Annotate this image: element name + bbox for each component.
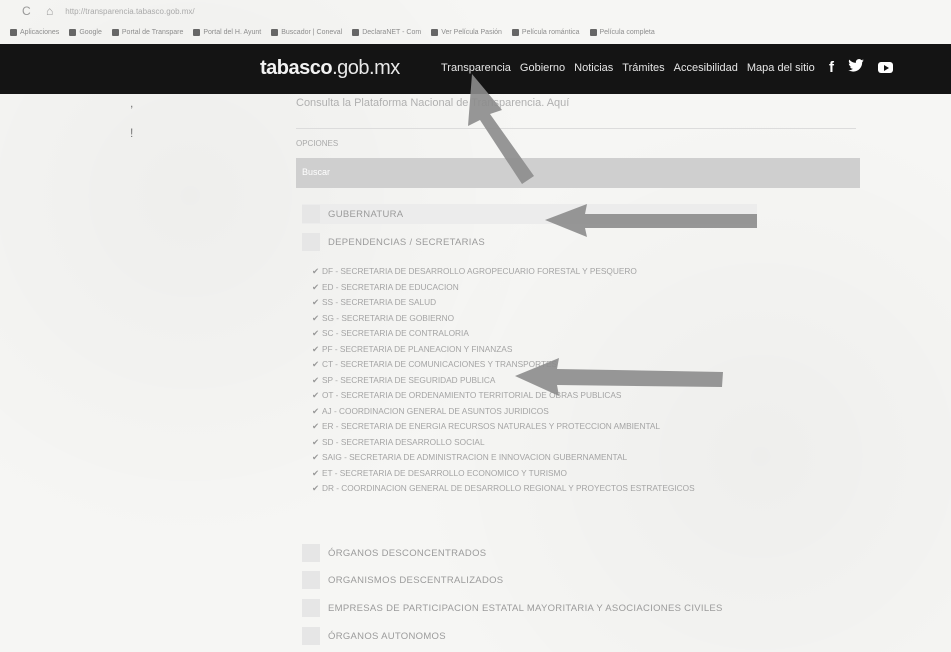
list-item[interactable]: ✔ SD - SECRETARIA DESARROLLO SOCIAL — [312, 435, 695, 451]
divider — [296, 128, 856, 129]
bookmark[interactable]: Portal del H. Ayunt — [193, 28, 261, 36]
search-placeholder: Buscar — [302, 167, 331, 177]
list-item[interactable]: ✔ DR - COORDINACION GENERAL DE DESARROLLO… — [312, 481, 695, 497]
bookmark-icon — [271, 28, 279, 36]
menu-item-accesibilidad[interactable]: Accesibilidad — [674, 62, 738, 74]
list-item[interactable]: ✔ AJ - COORDINACION GENERAL DE ASUNTOS JU… — [312, 404, 695, 420]
list-item[interactable]: ✔ SP - SECRETARIA DE SEGURIDAD PUBLICA — [312, 373, 695, 389]
section-gubernatura[interactable]: GUBERNATURA — [302, 204, 757, 224]
bookmarks-bar: Aplicaciones Google Portal de Transpare … — [0, 22, 951, 42]
list-item[interactable]: ✔ SG - SECRETARIA DE GOBIERNO — [312, 311, 695, 327]
list-item[interactable]: ✔ SS - SECRETARIA DE SALUD — [312, 295, 695, 311]
check-icon: ✔ — [312, 421, 319, 431]
scan-mark: ! — [130, 126, 134, 140]
check-icon: ✔ — [312, 281, 319, 292]
site-logo[interactable]: tabasco.gob.mx — [260, 57, 400, 80]
dependencias-list: ✔ DF - SECRETARIA DE DESARROLLO AGROPECUA… — [312, 264, 695, 497]
menu-item-noticias[interactable]: Noticias — [574, 62, 613, 74]
page-subtitle: Consulta la Plataforma Nacional de Trans… — [296, 97, 570, 109]
menu-item-gobierno[interactable]: Gobierno — [520, 62, 565, 74]
bookmark[interactable]: Portal de Transpare — [111, 28, 183, 36]
expand-toggle-icon — [302, 571, 320, 589]
check-icon: ✔ — [312, 312, 319, 323]
scan-mark: , — [130, 96, 134, 110]
social-links: f — [829, 59, 893, 76]
search-bar[interactable]: Buscar — [296, 158, 860, 188]
bookmark[interactable]: Película completa — [589, 28, 655, 36]
list-item[interactable]: ✔ SAIG - SECRETARIA DE ADMINISTRACION E I… — [312, 450, 695, 466]
section-empresas-participacion[interactable]: EMPRESAS DE PARTICIPACION ESTATAL MAYORI… — [302, 598, 757, 618]
expand-toggle-icon — [302, 599, 320, 617]
bookmark[interactable]: Película romántica — [511, 28, 580, 36]
options-label: OPCIONES — [296, 139, 339, 148]
check-icon: ✔ — [312, 405, 319, 416]
check-icon: ✔ — [312, 436, 319, 447]
bookmark[interactable]: Aplicaciones — [10, 28, 59, 36]
expand-toggle-icon — [302, 544, 320, 562]
bookmark-icon — [352, 28, 360, 36]
site-header: tabasco.gob.mx Transparencia Gobierno No… — [0, 44, 951, 94]
list-item[interactable]: ✔ ER - SECRETARIA DE ENERGIA RECURSOS NAT… — [312, 419, 695, 435]
list-item[interactable]: ✔ DF - SECRETARIA DE DESARROLLO AGROPECUA… — [312, 264, 695, 280]
list-item[interactable]: ✔ ET - SECRETARIA DE DESARROLLO ECONOMICO… — [312, 466, 695, 482]
bookmark-icon — [589, 28, 597, 36]
menu-item-mapa-del-sitio[interactable]: Mapa del sitio — [747, 62, 815, 74]
section-organos-autonomos[interactable]: ÓRGANOS AUTONOMOS — [302, 626, 757, 646]
twitter-icon[interactable] — [848, 59, 864, 76]
bookmark-icon — [193, 28, 201, 36]
bookmark[interactable]: Ver Película Pasión — [431, 28, 502, 36]
list-item[interactable]: ✔ SC - SECRETARIA DE CONTRALORIA — [312, 326, 695, 342]
check-icon: ✔ — [312, 297, 319, 307]
check-icon: ✔ — [312, 359, 319, 369]
bookmark[interactable]: DeclaraNET - Com — [352, 28, 421, 36]
check-icon: ✔ — [312, 390, 319, 400]
check-icon: ✔ — [312, 374, 319, 385]
check-icon: ✔ — [312, 343, 319, 354]
bookmark-icon — [111, 28, 119, 36]
apps-icon — [10, 28, 17, 36]
check-icon: ✔ — [312, 452, 319, 462]
browser-nav-icons[interactable]: C ⌂ — [22, 4, 59, 18]
menu-item-tramites[interactable]: Trámites — [622, 62, 664, 74]
browser-address-row: C ⌂ http://transparencia.tabasco.gob.mx/ — [0, 0, 951, 22]
check-icon: ✔ — [312, 483, 319, 493]
list-item[interactable]: ✔ CT - SECRETARIA DE COMUNICACIONES Y TRA… — [312, 357, 695, 373]
section-organos-desconcentrados[interactable]: ÓRGANOS DESCONCENTRADOS — [302, 543, 757, 563]
menu-item-transparencia[interactable]: Transparencia — [441, 62, 511, 74]
bookmark-icon — [431, 28, 439, 36]
list-item[interactable]: ✔ OT - SECRETARIA DE ORDENAMIENTO TERRITO… — [312, 388, 695, 404]
section-organismos-descentralizados[interactable]: ORGANISMOS DESCENTRALIZADOS — [302, 570, 757, 590]
youtube-icon[interactable] — [878, 62, 893, 73]
expand-toggle-icon — [302, 627, 320, 645]
facebook-icon[interactable]: f — [829, 59, 834, 76]
section-dependencias[interactable]: DEPENDENCIAS / SECRETARIAS — [302, 232, 757, 252]
expand-toggle-icon — [302, 205, 320, 223]
main-menu: Transparencia Gobierno Noticias Trámites… — [441, 62, 815, 74]
address-bar[interactable]: http://transparencia.tabasco.gob.mx/ — [65, 7, 194, 16]
bookmark[interactable]: Google — [69, 28, 102, 36]
check-icon: ✔ — [312, 266, 319, 276]
bookmark-icon — [511, 28, 519, 36]
expand-toggle-icon — [302, 233, 320, 251]
bookmark[interactable]: Buscador | Coneval — [271, 28, 342, 36]
list-item[interactable]: ✔ ED - SECRETARIA DE EDUCACION — [312, 280, 695, 296]
check-icon: ✔ — [312, 328, 319, 338]
list-item[interactable]: ✔ PF - SECRETARIA DE PLANEACION Y FINANZA… — [312, 342, 695, 358]
check-icon: ✔ — [312, 467, 319, 478]
google-icon — [69, 28, 77, 36]
